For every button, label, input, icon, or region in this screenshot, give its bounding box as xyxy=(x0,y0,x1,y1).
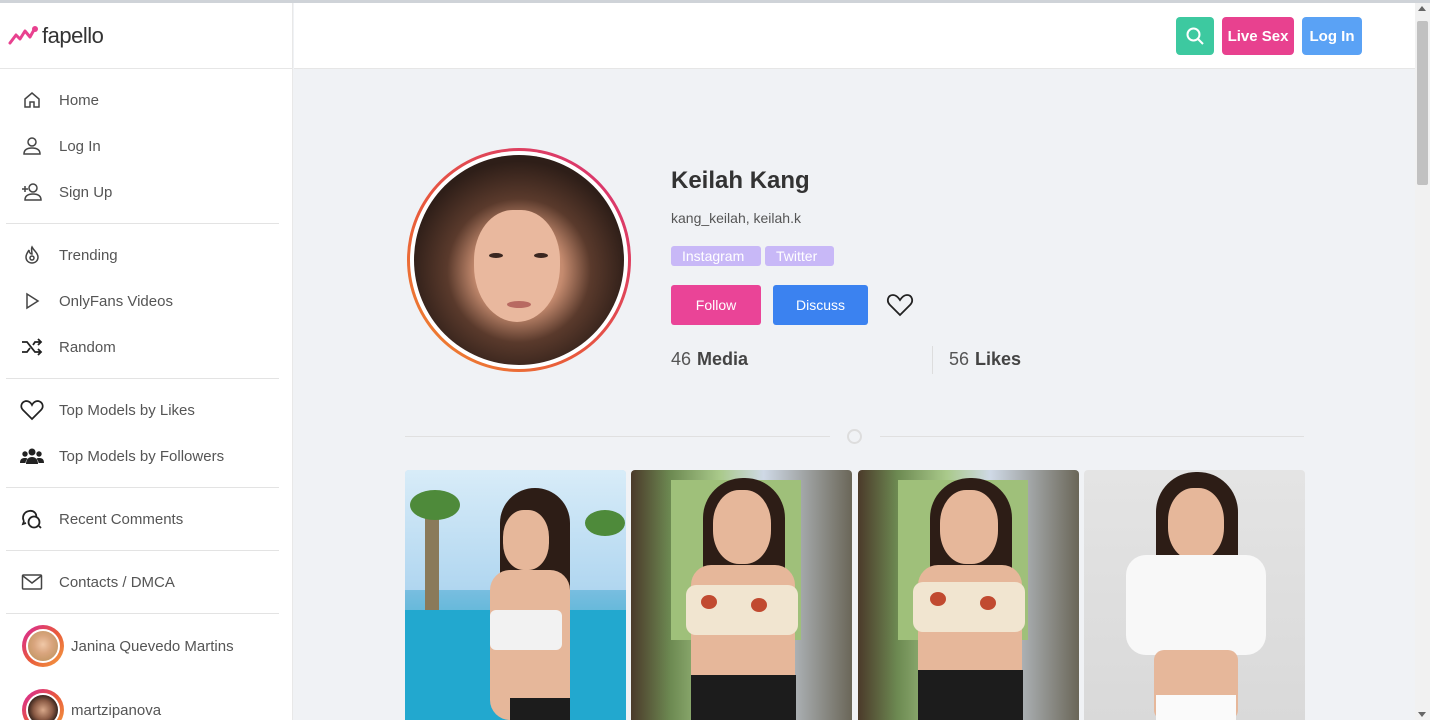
sidebar-item-label: Top Models by Followers xyxy=(59,447,225,465)
scroll-up-arrow-icon[interactable] xyxy=(1418,6,1426,11)
home-icon xyxy=(20,88,44,112)
sidebar: fapello Home Log In Sign Up Trending Onl… xyxy=(0,3,293,720)
stat-divider xyxy=(932,346,933,374)
sidebar-model-item[interactable]: martzipanova xyxy=(0,678,292,720)
sidebar-item-onlyfans-videos[interactable]: OnlyFans Videos xyxy=(6,278,279,324)
sidebar-item-contacts[interactable]: Contacts / DMCA xyxy=(6,559,279,605)
user-icon xyxy=(20,134,44,158)
discuss-button[interactable]: Discuss xyxy=(773,285,868,325)
sidebar-item-label: Home xyxy=(59,91,100,109)
tag-instagram[interactable]: Instagram xyxy=(671,246,761,266)
sidebar-item-label: OnlyFans Videos xyxy=(59,292,173,310)
model-name: Janina Quevedo Martins xyxy=(71,637,234,655)
profile-name: Keilah Kang xyxy=(671,167,810,194)
media-thumbnail[interactable] xyxy=(1084,470,1305,720)
media-thumbnail[interactable] xyxy=(631,470,852,720)
sidebar-item-trending[interactable]: Trending xyxy=(6,232,279,278)
likes-stat: 56 Likes xyxy=(949,349,1021,370)
logo-text: fapello xyxy=(42,22,104,48)
nav-group-account: Home Log In Sign Up xyxy=(6,69,279,224)
fire-icon xyxy=(20,243,44,267)
nav-group-top: Top Models by Likes Top Models by Follow… xyxy=(6,379,279,488)
divider-line xyxy=(880,436,1304,437)
avatar xyxy=(22,625,64,667)
nav-group-browse: Trending OnlyFans Videos Random xyxy=(6,224,279,379)
sidebar-item-label: Recent Comments xyxy=(59,510,184,528)
user-add-icon xyxy=(20,180,44,204)
sidebar-item-top-followers[interactable]: Top Models by Followers xyxy=(6,433,279,479)
play-icon xyxy=(20,289,44,313)
scroll-down-arrow-icon[interactable] xyxy=(1418,712,1426,717)
shuffle-icon xyxy=(20,335,44,359)
likes-count: 56 xyxy=(949,349,970,369)
sidebar-item-home[interactable]: Home xyxy=(6,77,279,123)
media-label: Media xyxy=(697,349,749,369)
logo-icon xyxy=(8,25,38,44)
heart-icon xyxy=(20,398,44,422)
model-name: martzipanova xyxy=(71,701,162,719)
comments-icon xyxy=(20,507,44,531)
media-thumbnail[interactable] xyxy=(405,470,626,720)
nav-group-contacts: Contacts / DMCA xyxy=(6,551,279,614)
page-scrollbar[interactable] xyxy=(1415,3,1430,720)
mail-icon xyxy=(20,570,44,594)
sidebar-item-random[interactable]: Random xyxy=(6,324,279,370)
live-sex-button[interactable]: Live Sex xyxy=(1222,17,1294,55)
top-header: Live Sex Log In xyxy=(294,3,1415,69)
media-count: 46 xyxy=(671,349,692,369)
likes-label: Likes xyxy=(975,349,1022,369)
sidebar-item-label: Top Models by Likes xyxy=(59,401,195,419)
divider-circle xyxy=(847,429,862,444)
scroll-thumb[interactable] xyxy=(1417,21,1428,185)
sidebar-model-item[interactable]: Janina Quevedo Martins xyxy=(0,614,292,678)
sidebar-item-signup[interactable]: Sign Up xyxy=(6,169,279,215)
nav-group-comments: Recent Comments xyxy=(6,488,279,551)
profile-aliases: kang_keilah, keilah.k xyxy=(671,210,801,226)
search-icon xyxy=(1186,27,1204,45)
divider-line xyxy=(405,436,830,437)
site-logo[interactable]: fapello xyxy=(0,3,292,69)
users-icon xyxy=(20,444,44,468)
sidebar-item-recent-comments[interactable]: Recent Comments xyxy=(6,496,279,542)
like-heart-icon[interactable] xyxy=(886,292,914,318)
sidebar-item-label: Contacts / DMCA xyxy=(59,573,175,591)
sidebar-item-login[interactable]: Log In xyxy=(6,123,279,169)
sidebar-item-label: Sign Up xyxy=(59,183,113,201)
search-button[interactable] xyxy=(1176,17,1214,55)
follow-button[interactable]: Follow xyxy=(671,285,761,325)
profile-photo xyxy=(414,155,624,365)
sidebar-item-label: Random xyxy=(59,338,116,356)
header-login-button[interactable]: Log In xyxy=(1302,17,1362,55)
sidebar-item-top-likes[interactable]: Top Models by Likes xyxy=(6,387,279,433)
avatar xyxy=(22,689,64,720)
sidebar-item-label: Trending xyxy=(59,246,118,264)
tag-twitter[interactable]: Twitter xyxy=(765,246,834,266)
sidebar-item-label: Log In xyxy=(59,137,101,155)
profile-avatar xyxy=(407,148,631,372)
media-stat: 46 Media xyxy=(671,349,748,370)
media-thumbnail[interactable] xyxy=(858,470,1079,720)
